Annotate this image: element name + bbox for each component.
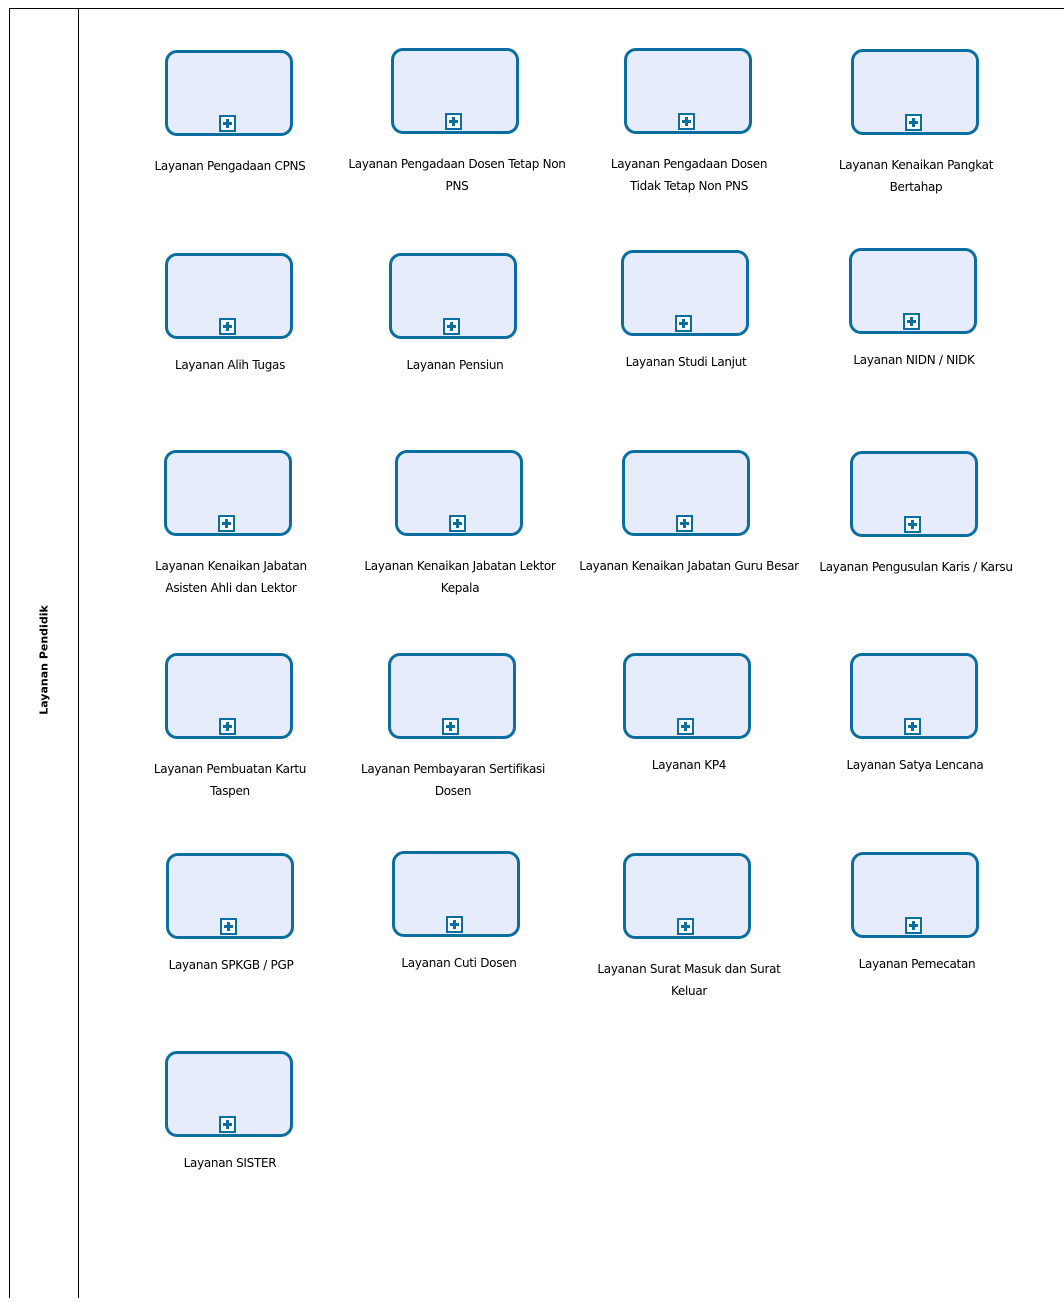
subprocess-box[interactable] [621, 250, 749, 336]
task-label: Layanan Kenaikan Pangkat Bertahap [838, 158, 994, 194]
task-label: Layanan Kenaikan Jabatan Guru Besar [579, 559, 799, 573]
subprocess-box[interactable] [165, 50, 293, 136]
subprocess-box[interactable] [164, 450, 292, 536]
task-label: Layanan Pengusulan Karis / Karsu [819, 560, 1013, 574]
subprocess-box[interactable] [166, 853, 294, 939]
subprocess-box[interactable] [850, 653, 978, 739]
task-label: Layanan Pembuatan Kartu Taspen [153, 762, 307, 798]
plus-marker-icon[interactable] [443, 318, 460, 335]
task-label: Layanan Pengadaan Dosen Tetap Non PNS [348, 157, 566, 193]
plus-marker-icon[interactable] [678, 113, 695, 130]
subprocess-box[interactable] [165, 1051, 293, 1137]
plus-marker-icon[interactable] [219, 1116, 236, 1133]
plus-marker-icon[interactable] [904, 516, 921, 533]
plus-marker-icon[interactable] [449, 515, 466, 532]
plus-marker-icon[interactable] [442, 718, 459, 735]
subprocess-box[interactable] [623, 653, 751, 739]
task-label: Layanan Pembayaran Sertifikasi Dosen [360, 762, 546, 798]
plus-marker-icon[interactable] [219, 115, 236, 132]
subprocess-box[interactable] [849, 248, 977, 334]
subprocess-box[interactable] [392, 851, 520, 937]
plus-marker-icon[interactable] [445, 113, 462, 130]
subprocess-box[interactable] [165, 253, 293, 339]
subprocess-box[interactable] [165, 653, 293, 739]
plus-marker-icon[interactable] [677, 718, 694, 735]
plus-marker-icon[interactable] [219, 718, 236, 735]
plus-marker-icon[interactable] [905, 917, 922, 934]
task-label: Layanan Studi Lanjut [625, 355, 747, 369]
subprocess-box[interactable] [391, 48, 519, 134]
task-label: Layanan Cuti Dosen [401, 956, 517, 970]
task-label: Layanan SPKGB / PGP [168, 958, 294, 972]
subprocess-box[interactable] [850, 451, 978, 537]
subprocess-box[interactable] [623, 853, 751, 939]
task-label: Layanan Alih Tugas [174, 358, 286, 372]
plus-marker-icon[interactable] [677, 918, 694, 935]
plus-marker-icon[interactable] [219, 318, 236, 335]
plus-marker-icon[interactable] [220, 918, 237, 935]
subprocess-box[interactable] [395, 450, 523, 536]
task-label: Layanan Surat Masuk dan Surat Keluar [597, 962, 781, 998]
lane-label: Layanan Pendidik [37, 605, 51, 715]
plus-marker-icon[interactable] [675, 315, 692, 332]
subprocess-box[interactable] [624, 48, 752, 134]
subprocess-box[interactable] [388, 653, 516, 739]
task-label: Layanan Kenaikan Jabatan Asisten Ahli da… [155, 559, 307, 595]
lane-divider [78, 8, 79, 1298]
task-label: Layanan Pengadaan Dosen Tidak Tetap Non … [610, 157, 768, 193]
plus-marker-icon[interactable] [446, 916, 463, 933]
subprocess-box[interactable] [622, 450, 750, 536]
subprocess-box[interactable] [851, 852, 979, 938]
task-label: Layanan Pemecatan [858, 957, 976, 971]
plus-marker-icon[interactable] [905, 114, 922, 131]
task-label: Layanan Kenaikan Jabatan Lektor Kepala [364, 559, 556, 595]
plus-marker-icon[interactable] [903, 313, 920, 330]
subprocess-box[interactable] [389, 253, 517, 339]
task-label: Layanan Pengadaan CPNS [154, 159, 306, 173]
task-label: Layanan Satya Lencana [846, 758, 984, 772]
subprocess-box[interactable] [851, 49, 979, 135]
plus-marker-icon[interactable] [676, 515, 693, 532]
plus-marker-icon[interactable] [904, 718, 921, 735]
plus-marker-icon[interactable] [218, 515, 235, 532]
task-label: Layanan Pensiun [406, 358, 504, 372]
task-label: Layanan NIDN / NIDK [853, 353, 975, 367]
task-label: Layanan KP4 [651, 758, 727, 772]
task-label: Layanan SISTER [183, 1156, 277, 1170]
